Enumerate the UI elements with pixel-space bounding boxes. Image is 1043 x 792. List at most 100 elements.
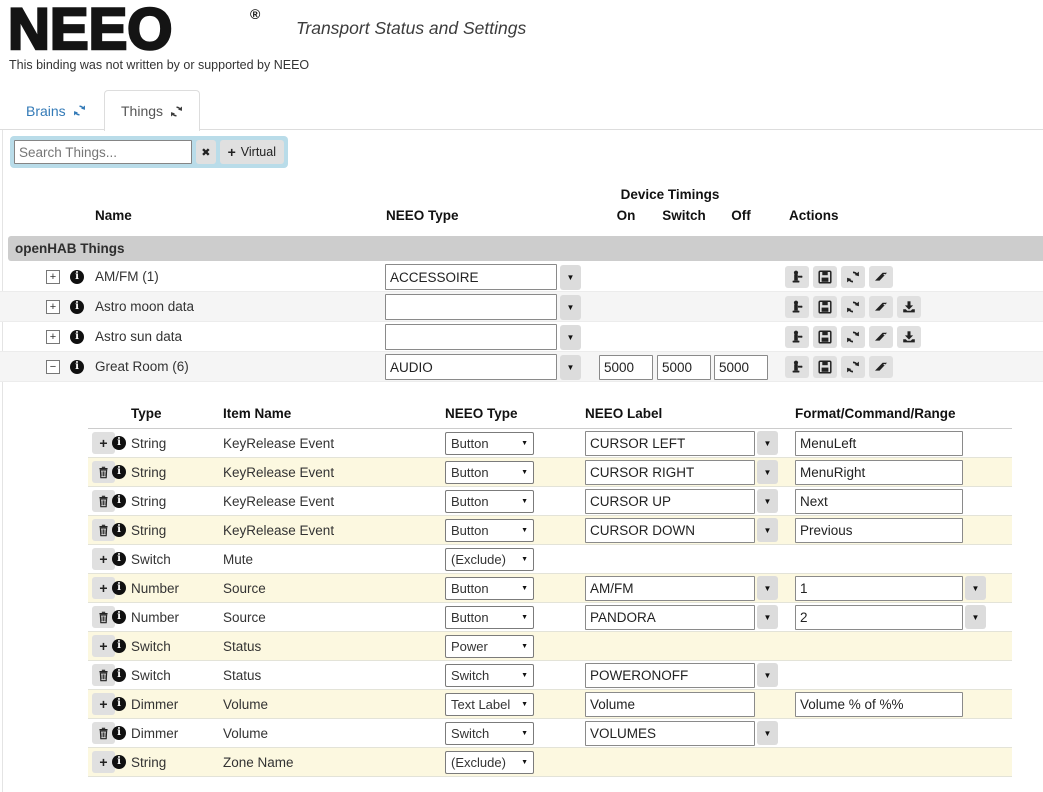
hydrant-button[interactable] <box>785 356 809 378</box>
neeo-label-input[interactable] <box>585 460 755 485</box>
add-virtual-button[interactable]: + Virtual <box>219 140 284 164</box>
info-icon[interactable]: i <box>112 668 126 682</box>
neeo-type-select-value: Power <box>451 639 488 654</box>
expand-icon[interactable]: + <box>46 270 60 284</box>
neeo-label-input[interactable] <box>585 721 755 746</box>
neeo-label-input[interactable] <box>585 576 755 601</box>
refresh-button[interactable] <box>841 356 865 378</box>
neeo-type-input[interactable] <box>385 354 557 380</box>
content-panel-border <box>2 130 3 792</box>
info-icon[interactable]: i <box>112 523 126 537</box>
hydrant-button[interactable] <box>785 326 809 348</box>
save-button[interactable] <box>813 266 837 288</box>
refresh-icon <box>846 330 860 344</box>
format-dropdown-button[interactable]: ▼ <box>965 576 986 600</box>
neeo-label-dropdown-button[interactable]: ▼ <box>757 663 778 687</box>
info-icon[interactable]: i <box>112 552 126 566</box>
info-icon[interactable]: i <box>70 270 84 284</box>
info-icon[interactable]: i <box>112 639 126 653</box>
save-button[interactable] <box>813 326 837 348</box>
info-icon[interactable]: i <box>70 360 84 374</box>
format-input[interactable] <box>795 431 963 456</box>
chevron-down-icon: ▼ <box>521 643 528 650</box>
info-icon[interactable]: i <box>112 697 126 711</box>
refresh-icon[interactable] <box>73 104 86 117</box>
neeo-type-select[interactable]: Power ▼ <box>445 635 534 658</box>
neeo-type-input[interactable] <box>385 294 557 320</box>
neeo-label-dropdown-button[interactable]: ▼ <box>757 605 778 629</box>
neeo-type-select[interactable]: Button ▼ <box>445 490 534 513</box>
collapse-icon[interactable]: − <box>46 360 60 374</box>
info-icon[interactable]: i <box>112 465 126 479</box>
neeo-type-select[interactable]: (Exclude) ▼ <box>445 548 534 571</box>
neeo-type-select[interactable]: Switch ▼ <box>445 664 534 687</box>
format-input[interactable] <box>795 576 963 601</box>
save-button[interactable] <box>813 296 837 318</box>
info-icon[interactable]: i <box>112 581 126 595</box>
neeo-type-dropdown-button[interactable]: ▼ <box>560 325 581 350</box>
refresh-icon[interactable] <box>170 105 183 118</box>
neeo-type-dropdown-button[interactable]: ▼ <box>560 265 581 290</box>
neeo-label-input[interactable] <box>585 489 755 514</box>
format-input[interactable] <box>795 518 963 543</box>
hydrant-button[interactable] <box>785 266 809 288</box>
neeo-label-input[interactable] <box>585 663 755 688</box>
neeo-type-select[interactable]: (Exclude) ▼ <box>445 751 534 774</box>
eraser-button[interactable] <box>869 356 893 378</box>
neeo-label-dropdown-button[interactable]: ▼ <box>757 518 778 542</box>
refresh-button[interactable] <box>841 326 865 348</box>
info-icon[interactable]: i <box>112 726 126 740</box>
neeo-label-dropdown-button[interactable]: ▼ <box>757 721 778 745</box>
search-input[interactable] <box>14 140 192 164</box>
neeo-label-input[interactable] <box>585 431 755 456</box>
timing-off-input[interactable] <box>714 355 768 380</box>
format-input[interactable] <box>795 489 963 514</box>
neeo-type-input[interactable] <box>385 264 557 290</box>
neeo-type-select[interactable]: Button ▼ <box>445 577 534 600</box>
format-input[interactable] <box>795 460 963 485</box>
neeo-type-select[interactable]: Button ▼ <box>445 606 534 629</box>
neeo-label-input[interactable] <box>585 518 755 543</box>
clear-search-button[interactable]: ✖ <box>196 140 216 164</box>
eraser-button[interactable] <box>869 326 893 348</box>
info-icon[interactable]: i <box>112 494 126 508</box>
tab-brains[interactable]: Brains <box>10 90 102 131</box>
download-button[interactable] <box>897 296 921 318</box>
neeo-label-input[interactable] <box>585 692 755 717</box>
item-type: Number <box>131 610 180 625</box>
neeo-label-dropdown-button[interactable]: ▼ <box>757 460 778 484</box>
info-icon[interactable]: i <box>112 436 126 450</box>
neeo-label-dropdown-button[interactable]: ▼ <box>757 489 778 513</box>
info-icon[interactable]: i <box>112 610 126 624</box>
neeo-label-dropdown-button[interactable]: ▼ <box>757 576 778 600</box>
download-button[interactable] <box>897 326 921 348</box>
timing-on-input[interactable] <box>599 355 653 380</box>
neeo-type-select[interactable]: Switch ▼ <box>445 722 534 745</box>
expand-icon[interactable]: + <box>46 330 60 344</box>
info-icon[interactable]: i <box>70 330 84 344</box>
expand-icon[interactable]: + <box>46 300 60 314</box>
neeo-label-dropdown-button[interactable]: ▼ <box>757 431 778 455</box>
neeo-type-select[interactable]: Button ▼ <box>445 432 534 455</box>
save-button[interactable] <box>813 356 837 378</box>
neeo-type-select[interactable]: Text Label ▼ <box>445 693 534 716</box>
neeo-type-select[interactable]: Button ▼ <box>445 461 534 484</box>
neeo-type-dropdown-button[interactable]: ▼ <box>560 355 581 380</box>
format-dropdown-button[interactable]: ▼ <box>965 605 986 629</box>
info-icon[interactable]: i <box>112 755 126 769</box>
chevron-down-icon: ▼ <box>521 614 528 621</box>
neeo-type-input[interactable] <box>385 324 557 350</box>
timing-switch-input[interactable] <box>657 355 711 380</box>
refresh-button[interactable] <box>841 296 865 318</box>
neeo-type-select[interactable]: Button ▼ <box>445 519 534 542</box>
hydrant-button[interactable] <box>785 296 809 318</box>
tab-things[interactable]: Things <box>104 90 201 131</box>
eraser-button[interactable] <box>869 296 893 318</box>
format-input[interactable] <box>795 605 963 630</box>
neeo-label-input[interactable] <box>585 605 755 630</box>
refresh-button[interactable] <box>841 266 865 288</box>
eraser-button[interactable] <box>869 266 893 288</box>
neeo-type-dropdown-button[interactable]: ▼ <box>560 295 581 320</box>
info-icon[interactable]: i <box>70 300 84 314</box>
format-input[interactable] <box>795 692 963 717</box>
